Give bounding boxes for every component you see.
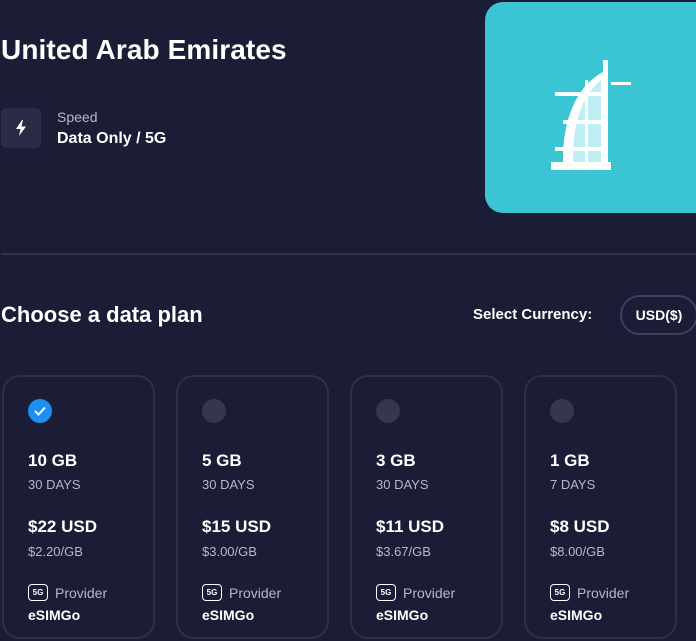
5g-badge-icon: 5G (202, 584, 222, 601)
plan-price: $22 USD (28, 517, 97, 536)
speed-value: Data Only / 5G (57, 130, 167, 147)
plan-price-per-gb: $3.00/GB (202, 544, 257, 559)
lightning-icon (1, 108, 41, 148)
plan-card[interactable]: 1 GB 7 DAYS $8 USD $8.00/GB 5G Provider … (524, 375, 677, 639)
5g-badge-icon: 5G (28, 584, 48, 601)
plan-data-amount: 5 GB (202, 451, 242, 470)
section-divider (1, 253, 696, 255)
provider-label: Provider (403, 584, 456, 601)
country-hero-image (485, 2, 696, 213)
provider-name: eSIMGo (202, 607, 255, 623)
speed-info: Speed Data Only / 5G (1, 108, 166, 148)
burj-al-arab-icon (551, 60, 631, 170)
plan-duration: 7 DAYS (550, 477, 596, 492)
radio-unselected-icon[interactable] (550, 399, 574, 423)
plan-card[interactable]: 3 GB 30 DAYS $11 USD $3.67/GB 5G Provide… (350, 375, 503, 639)
plan-data-amount: 10 GB (28, 451, 78, 470)
provider-label: Provider (229, 584, 282, 601)
plan-price-per-gb: $3.67/GB (376, 544, 431, 559)
speed-label: Speed (57, 109, 98, 125)
country-title: United Arab Emirates (1, 34, 287, 65)
5g-badge-icon: 5G (376, 584, 396, 601)
plan-card[interactable]: 10 GB 30 DAYS $22 USD $2.20/GB 5G Provid… (2, 375, 155, 639)
plan-duration: 30 DAYS (202, 477, 255, 492)
plan-price: $15 USD (202, 517, 271, 536)
selected-check-icon[interactable] (28, 399, 52, 423)
plan-price-per-gb: $8.00/GB (550, 544, 605, 559)
plan-data-amount: 1 GB (550, 451, 590, 470)
plan-selection-page: United Arab Emirates Speed Data Only / 5… (0, 0, 696, 641)
provider-label: Provider (577, 584, 630, 601)
provider-name: eSIMGo (376, 607, 429, 623)
currency-select[interactable]: USD($) (620, 295, 696, 335)
plan-price: $8 USD (550, 517, 610, 536)
provider-name: eSIMGo (28, 607, 81, 623)
plan-data-amount: 3 GB (376, 451, 416, 470)
plan-duration: 30 DAYS (28, 477, 81, 492)
radio-unselected-icon[interactable] (376, 399, 400, 423)
plans-heading: Choose a data plan (1, 302, 203, 327)
plan-card[interactable]: 5 GB 30 DAYS $15 USD $3.00/GB 5G Provide… (176, 375, 329, 639)
plan-price-per-gb: $2.20/GB (28, 544, 83, 559)
plan-duration: 30 DAYS (376, 477, 429, 492)
provider-label: Provider (55, 584, 108, 601)
provider-name: eSIMGo (550, 607, 603, 623)
plan-price: $11 USD (376, 517, 445, 536)
radio-unselected-icon[interactable] (202, 399, 226, 423)
5g-badge-icon: 5G (550, 584, 570, 601)
currency-label: Select Currency: (473, 306, 593, 323)
